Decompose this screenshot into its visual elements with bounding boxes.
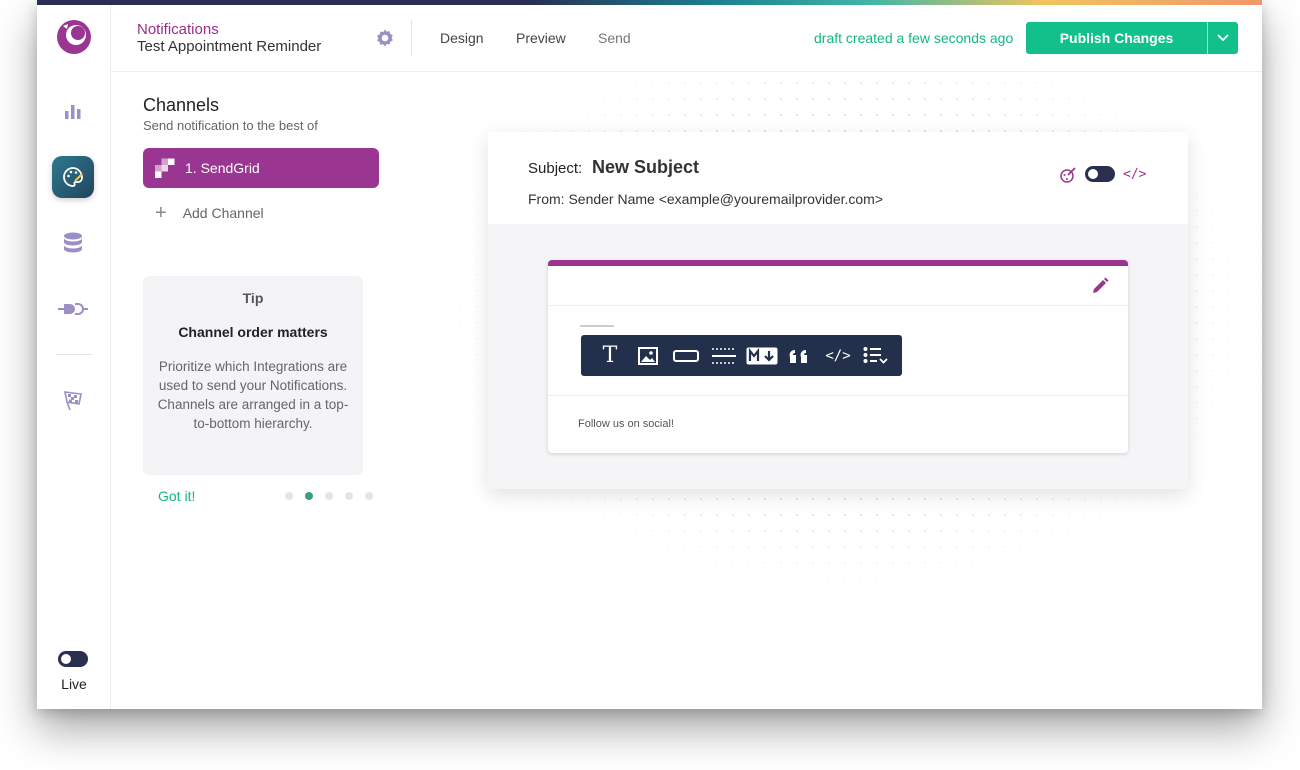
tip-pager: [285, 492, 373, 500]
channels-heading: Channels: [143, 95, 220, 115]
gear-icon[interactable]: [375, 28, 395, 53]
brush-icon[interactable]: [1059, 166, 1077, 189]
rail-divider: [56, 354, 92, 355]
live-label: Live: [61, 676, 87, 692]
email-body-card: T </> Follow us on social!: [548, 260, 1128, 453]
email-preview: Subject: New Subject From: Sender Name <…: [488, 132, 1188, 489]
top-header: Notifications Test Appointment Reminder …: [111, 5, 1262, 72]
block-toolbar: T </>: [581, 335, 902, 376]
text-icon[interactable]: T: [591, 335, 629, 376]
email-header: Subject: New Subject From: Sender Name <…: [488, 132, 1188, 224]
card-accent-bar: [548, 260, 1128, 266]
page-title: Test Appointment Reminder: [137, 38, 322, 55]
list-icon[interactable]: [857, 335, 895, 376]
pager-dot[interactable]: [325, 492, 333, 500]
sendgrid-icon: [155, 158, 175, 178]
bar-chart-icon[interactable]: [52, 90, 94, 132]
code-view-toggle[interactable]: [1085, 166, 1115, 182]
code-icon[interactable]: </>: [1123, 167, 1146, 182]
cursor-line: [580, 325, 614, 327]
pager-dot[interactable]: [365, 492, 373, 500]
tab-send[interactable]: Send: [598, 30, 631, 46]
left-rail: Live: [37, 5, 111, 709]
got-it-button[interactable]: Got it!: [158, 488, 195, 504]
pencil-icon[interactable]: [1090, 276, 1110, 301]
app-logo[interactable]: [55, 18, 93, 56]
chevron-down-icon: [1217, 29, 1229, 47]
tip-body: Prioritize which Integrations are used t…: [157, 359, 349, 431]
button-icon[interactable]: [667, 335, 705, 376]
plug-icon[interactable]: [52, 288, 94, 330]
add-channel-label: Add Channel: [182, 205, 264, 221]
tab-design[interactable]: Design: [440, 30, 484, 46]
channel-item-sendgrid[interactable]: 1. SendGrid: [143, 148, 379, 188]
pager-dot[interactable]: [345, 492, 353, 500]
header-divider: [411, 20, 412, 56]
code-block-icon[interactable]: </>: [819, 335, 857, 376]
card-divider: [548, 395, 1128, 396]
palette-icon[interactable]: [52, 156, 94, 198]
pager-dot[interactable]: [285, 492, 293, 500]
tip-card: Tip Channel order matters Prioritize whi…: [143, 276, 363, 475]
subject-value[interactable]: New Subject: [592, 157, 699, 178]
markdown-icon[interactable]: [743, 335, 781, 376]
quote-icon[interactable]: [781, 335, 819, 376]
subject-label: Subject:: [528, 160, 583, 177]
email-footer-text[interactable]: Follow us on social!: [578, 418, 674, 430]
tip-heading: Tip: [242, 290, 264, 306]
add-channel-button[interactable]: + Add Channel: [155, 202, 264, 224]
divider-icon[interactable]: [705, 335, 743, 376]
app-window: Live Notifications Test Appointment Remi…: [37, 0, 1262, 709]
tip-title: Channel order matters: [178, 324, 328, 340]
publish-dropdown-button[interactable]: [1207, 22, 1238, 54]
from-line[interactable]: From: Sender Name <example@youremailprov…: [528, 191, 883, 207]
pager-dot-active[interactable]: [305, 492, 313, 500]
breadcrumb[interactable]: Notifications: [137, 21, 219, 38]
publish-changes-button[interactable]: Publish Changes: [1026, 22, 1207, 54]
card-divider: [548, 305, 1128, 306]
live-toggle[interactable]: [58, 651, 88, 667]
channel-item-label: 1. SendGrid: [185, 160, 260, 176]
plus-icon: +: [155, 202, 167, 224]
image-icon[interactable]: [629, 335, 667, 376]
channels-subtitle: Send notification to the best of: [143, 118, 318, 133]
draft-status: draft created a few seconds ago: [814, 30, 1014, 46]
checkered-flag-icon[interactable]: [52, 379, 94, 421]
tab-preview[interactable]: Preview: [516, 30, 566, 46]
database-icon[interactable]: [52, 222, 94, 264]
